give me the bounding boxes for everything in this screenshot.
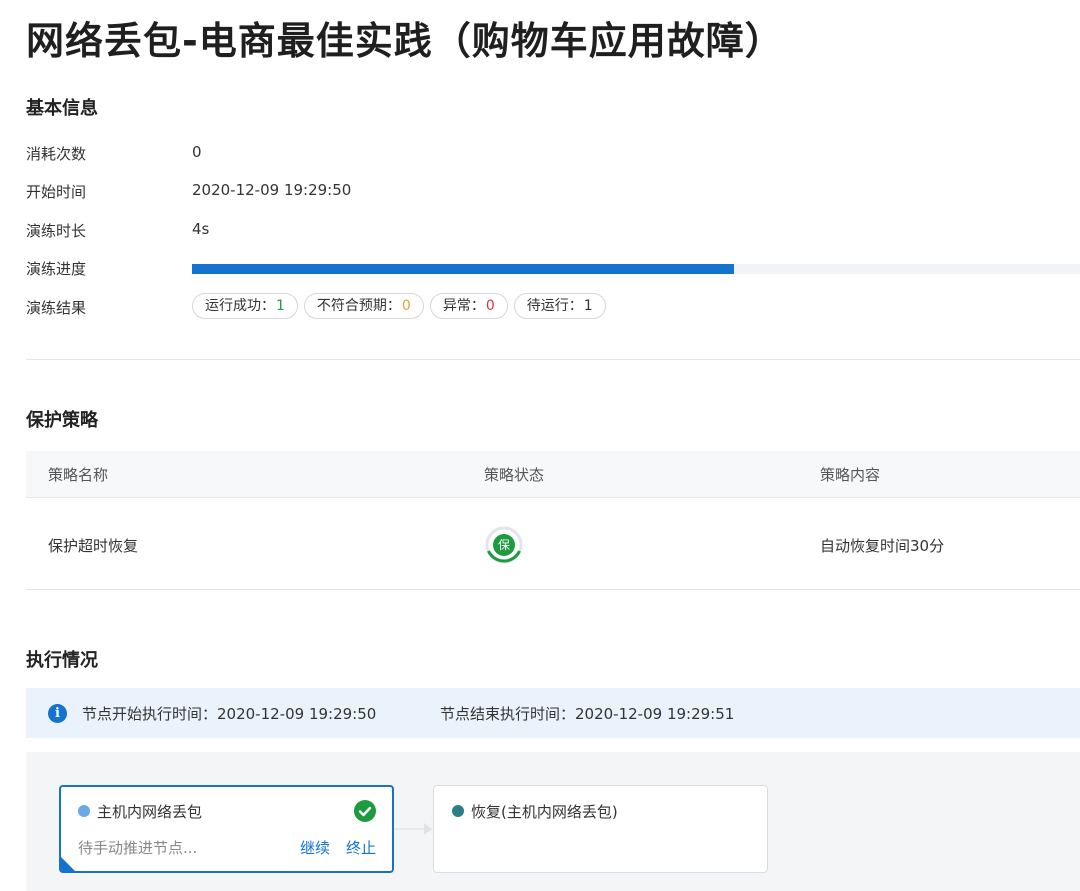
label-consume-count: 消耗次数: [26, 145, 87, 163]
value-consume-count: 0: [192, 143, 202, 161]
page-title: 网络丢包-电商最佳实践（购物车应用故障）: [26, 19, 784, 63]
col-strategy-name: 策略名称: [48, 466, 109, 484]
badge-error[interactable]: 异常：0: [429, 293, 508, 319]
badge-success[interactable]: 运行成功：1: [192, 293, 298, 319]
check-circle-icon: [354, 800, 376, 822]
shield-icon: 保: [484, 525, 524, 565]
arrow-right-icon: [424, 823, 432, 835]
label-progress: 演练进度: [26, 260, 87, 278]
basic-info-title: 基本信息: [26, 98, 98, 119]
col-strategy-content: 策略内容: [820, 466, 881, 484]
flow-node-recover[interactable]: 恢复(主机内网络丢包): [433, 785, 768, 873]
protection-title: 保护策略: [26, 410, 98, 431]
result-badges: 运行成功：1 不符合预期：0 异常：0 待运行：1: [192, 293, 606, 319]
col-strategy-status: 策略状态: [484, 466, 545, 484]
value-duration: 4s: [192, 220, 210, 238]
node-title: 恢复(主机内网络丢包): [471, 803, 618, 821]
strategy-name: 保护超时恢复: [48, 537, 139, 555]
label-result: 演练结果: [26, 299, 87, 317]
node-pending-text: 待手动推进节点...: [78, 839, 198, 857]
execution-title: 执行情况: [26, 650, 98, 671]
info-icon: i: [48, 704, 67, 723]
table-divider: [26, 589, 1080, 590]
execution-info-bar: i 节点开始执行时间：2020-12-09 19:29:50 节点结束执行时间：…: [26, 688, 1080, 738]
section-divider: [26, 359, 1080, 360]
badge-unexpected[interactable]: 不符合预期：0: [303, 293, 424, 319]
continue-button[interactable]: 继续: [300, 837, 330, 858]
value-start-time: 2020-12-09 19:29:50: [192, 181, 352, 199]
node-status-dot: [78, 805, 90, 817]
badge-pending[interactable]: 待运行：1: [513, 293, 606, 319]
label-duration: 演练时长: [26, 222, 87, 240]
node-start-time: 节点开始执行时间：2020-12-09 19:29:50: [82, 705, 377, 723]
progress-fill: [192, 264, 734, 274]
flow-node-packet-loss[interactable]: 主机内网络丢包 待手动推进节点... 继续 终止: [59, 785, 394, 873]
node-status-dot: [452, 805, 464, 817]
progress-bar: [192, 264, 1080, 274]
node-end-time: 节点结束执行时间：2020-12-09 19:29:51: [440, 705, 735, 723]
strategy-table-header: 策略名称 策略状态 策略内容: [26, 451, 1080, 498]
selected-corner-marker: [61, 857, 75, 871]
terminate-button[interactable]: 终止: [346, 837, 376, 858]
label-start-time: 开始时间: [26, 183, 87, 201]
strategy-content: 自动恢复时间30分: [820, 537, 945, 555]
node-title: 主机内网络丢包: [97, 803, 203, 821]
